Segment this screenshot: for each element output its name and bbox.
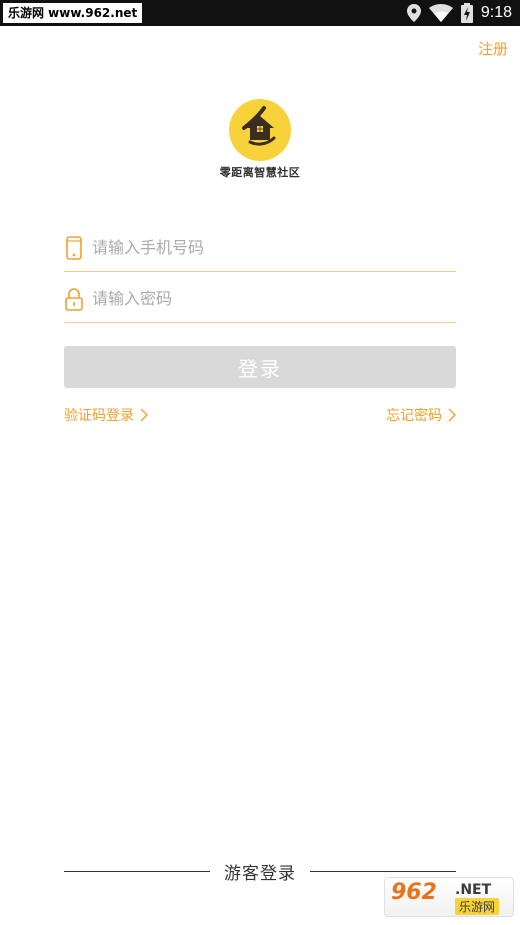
sms-login-label: 验证码登录 (64, 408, 134, 424)
watermark-number: 962 (391, 880, 437, 905)
phone-input[interactable] (92, 227, 456, 268)
password-input-row (64, 275, 456, 323)
wifi-icon (428, 4, 453, 22)
chevron-right-icon (140, 408, 148, 422)
battery-charging-icon (460, 3, 473, 23)
house-logo-icon (229, 99, 291, 161)
sms-login-link[interactable]: 验证码登录 (64, 405, 148, 425)
status-icons: 9:18 (406, 0, 512, 26)
app-name: 零距离智慧社区 (219, 166, 301, 179)
phone-input-row (64, 224, 456, 272)
phone-icon (64, 235, 84, 261)
watermark-net: .NET (455, 882, 492, 898)
watermark-top: 乐游网 www.962.net (3, 3, 143, 23)
divider-left (64, 870, 210, 872)
lock-icon (64, 286, 84, 312)
register-button[interactable]: 注册 (478, 38, 508, 59)
status-time: 9:18 (480, 4, 512, 21)
brand: 零距离智慧社区 (0, 98, 520, 180)
password-input[interactable] (92, 278, 456, 319)
status-bar: 乐游网 www.962.net 9:18 (0, 0, 520, 26)
location-icon (406, 4, 421, 22)
login-button[interactable]: 登录 (64, 346, 456, 388)
guest-login-button[interactable]: 游客登录 (210, 859, 310, 884)
forgot-password-label: 忘记密码 (386, 408, 442, 424)
forgot-password-link[interactable]: 忘记密码 (386, 405, 456, 425)
watermark-cn: 乐游网 (455, 898, 500, 915)
watermark-bottom: 962 .NET 乐游网 (384, 877, 514, 917)
divider-right (310, 870, 456, 872)
chevron-right-icon (448, 408, 456, 422)
